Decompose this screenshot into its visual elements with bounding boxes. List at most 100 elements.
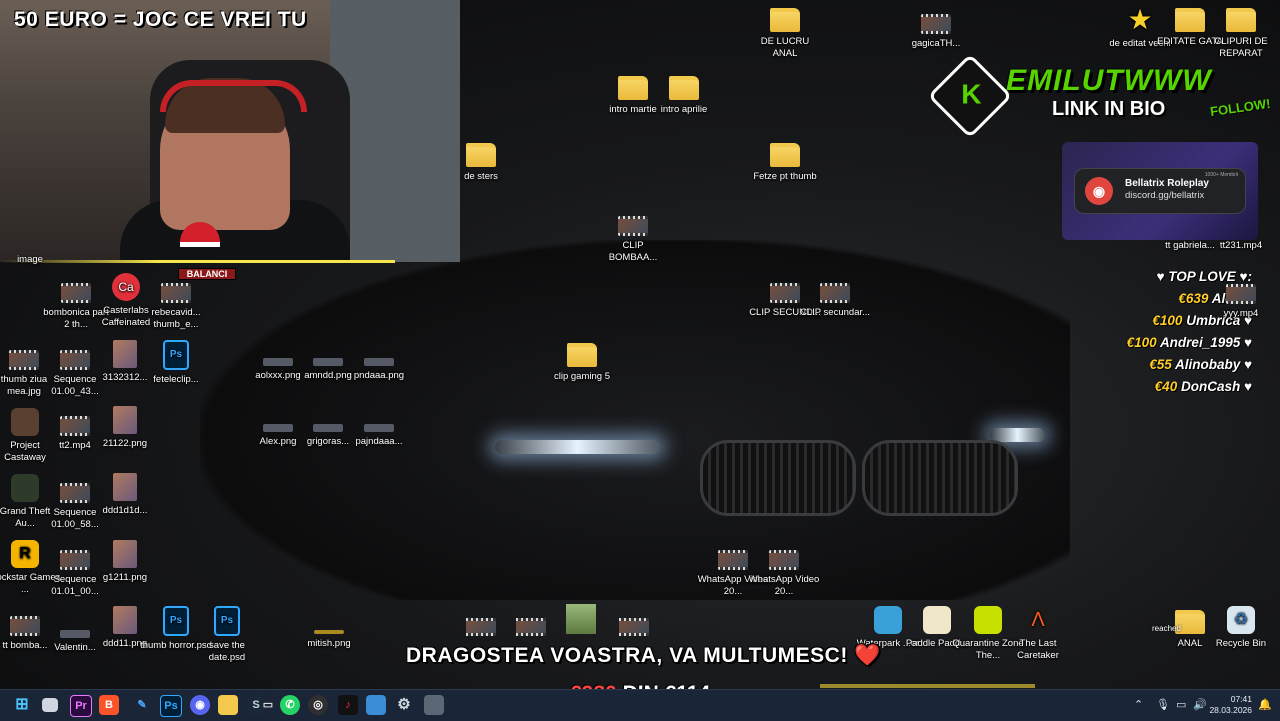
rockstar-icon: R (11, 540, 39, 568)
desktop-icon-ddd1d1d[interactable]: ddd1d1d... (89, 473, 161, 517)
desktop-icon-clip-gaming[interactable]: clip gaming 5 (546, 343, 618, 383)
icon-label: tt231.mp4 (1219, 240, 1263, 251)
desktop-icon-pajndaaa[interactable]: pajndaaa... (343, 410, 415, 448)
icon-label: de sters (464, 171, 498, 182)
discord-members: 1000+ Membrii (1204, 172, 1238, 178)
desktop-icon-whatsapp-2[interactable]: WhatsApp Video 20... (748, 550, 820, 598)
donor-row: €55 Alinobaby ♥ (1127, 354, 1252, 376)
game-icon: Λ (1024, 606, 1052, 634)
psd-file-icon: Ps (163, 606, 189, 636)
video-file-icon (618, 216, 648, 236)
calculator-icon[interactable] (424, 695, 444, 715)
desktop-icon-clipuri-de-reparat[interactable]: CLIPURI DE REPARAT (1205, 8, 1277, 60)
brand-subtitle: LINK IN BIO (1052, 98, 1166, 120)
desktop-icon-intro-aprilie[interactable]: intro aprilie (648, 76, 720, 116)
donor-name: DonCash ♥ (1180, 379, 1252, 394)
microphone-icon[interactable]: 🎙 (1156, 698, 1170, 711)
desktop-icon-save-the-date[interactable]: Ps save the date.psd (191, 606, 263, 664)
app-icon[interactable]: ▭ (258, 695, 278, 715)
image-file-icon (313, 424, 343, 432)
car-grille-left (700, 440, 856, 516)
brave-icon[interactable]: B (99, 695, 119, 715)
volume-icon[interactable]: 🔊 (1193, 698, 1207, 711)
whatsapp-icon[interactable]: ✆ (280, 695, 300, 715)
icon-label: ddd1d1d... (102, 505, 148, 516)
donor-name: Andrei_1995 ♥ (1159, 335, 1252, 350)
notepad-icon[interactable] (366, 695, 386, 715)
webcam-headset (160, 80, 307, 112)
casterlabs-icon: Ca (112, 273, 140, 301)
icon-label: WhatsApp Video 20... (748, 574, 820, 597)
reached-label: reached (1152, 624, 1181, 633)
folder-icon (770, 8, 800, 32)
tiktok-icon[interactable]: ♪ (338, 695, 358, 715)
donor-row: €100 Andrei_1995 ♥ (1127, 332, 1252, 354)
clock-date: 28.03.2026 (1209, 705, 1252, 715)
taskbar-clock[interactable]: 07:41 28.03.2026 (1209, 694, 1252, 716)
settings-icon[interactable]: ⚙ (394, 695, 414, 715)
desktop-icon-recycle-bin[interactable]: ♻ Recycle Bin (1205, 606, 1277, 650)
network-icon[interactable]: ▭ (1176, 698, 1186, 711)
folder-icon (1175, 8, 1205, 32)
taskbar: ⊞ Pr B ✎ Ps ◉ S ▭ ✆ ◎ ♪ ⚙ ⌃ 🎙 ▭ 🔊 07:41 … (0, 689, 1280, 721)
desktop-icon-rebecavid[interactable]: rebecavid... thumb_e... (140, 283, 212, 331)
video-file-icon (10, 616, 40, 636)
image-file-icon (113, 406, 137, 434)
donor-row: €40 DonCash ♥ (1127, 376, 1252, 398)
icon-label: The Last Caretaker (1017, 638, 1059, 661)
video-file-icon (820, 283, 850, 303)
obs-icon[interactable]: ◎ (308, 695, 328, 715)
notification-icon[interactable]: 🔔 (1258, 698, 1272, 711)
badge-label: BALANCI (178, 268, 236, 280)
tray-chevron-icon[interactable]: ⌃ (1134, 698, 1143, 711)
desktop-icon-tt231[interactable]: tt231.mp4 (1205, 240, 1277, 252)
desktop-icon-g1211[interactable]: g1211.png (89, 540, 161, 584)
video-file-icon (516, 618, 546, 636)
brand-follow: FOLLOW! (1209, 95, 1272, 120)
folder-icon (1226, 8, 1256, 32)
video-file-icon (60, 483, 90, 503)
desktop-icon-de-sters[interactable]: de sters (445, 143, 517, 183)
desktop-icon-clip-secundar[interactable]: CLIP secundar... (799, 283, 871, 319)
folder-icon (466, 143, 496, 167)
desktop-icon-21122[interactable]: 21122.png (89, 406, 161, 450)
task-view-icon[interactable] (42, 698, 58, 712)
desktop-icon-de-lucru-anal[interactable]: DE LUCRU ANAL (749, 8, 821, 60)
desktop-icon-mitish[interactable]: mitish.png (293, 616, 365, 650)
brand-logo-letter: K (961, 78, 982, 110)
file-explorer-icon[interactable] (218, 695, 238, 715)
image-file-icon (313, 358, 343, 366)
image-file-icon (113, 340, 137, 368)
game-icon (923, 606, 951, 634)
icon-label: rebecavid... thumb_e... (151, 307, 201, 330)
icon-label: Fetze pt thumb (753, 171, 817, 182)
thanks-banner: DRAGOSTEA VOASTRA, VA MULTUMESC! ❤️ (406, 644, 881, 667)
desktop-icon-pndaaa[interactable]: pndaaa.png (343, 344, 415, 382)
icon-label: DE LUCRU ANAL (760, 36, 810, 59)
icon-label: feteleclip... (153, 374, 199, 385)
video-file-icon (61, 283, 91, 303)
icon-label: gagicaTH... (911, 38, 961, 49)
photoshop-icon[interactable]: Ps (160, 695, 182, 717)
desktop-icon-last-caretaker[interactable]: Λ The Last Caretaker (1002, 606, 1074, 662)
image-thumbnail (566, 604, 596, 634)
tool-icon[interactable]: ✎ (132, 695, 152, 715)
premiere-icon[interactable]: Pr (70, 695, 92, 717)
desktop-icon-image[interactable]: image (0, 254, 66, 266)
desktop-icon-fetze-pt-thumb[interactable]: Fetze pt thumb (749, 143, 821, 183)
car-headlight-right (990, 428, 1045, 442)
desktop-icon-fetele-clip[interactable]: Ps feteleclip... (140, 340, 212, 386)
desktop-icon-clip-bombaa[interactable]: CLIP BOMBAA... (597, 216, 669, 264)
desktop-icon-yyy[interactable]: yyy.mp4 (1205, 284, 1277, 320)
icon-label: intro aprilie (660, 104, 708, 115)
donor-amount: €55 (1149, 357, 1172, 372)
video-file-icon (769, 550, 799, 570)
image-file-icon (263, 358, 293, 366)
clock-time: 07:41 (1230, 694, 1252, 704)
folder-icon (567, 343, 597, 367)
brand-name: EMILUTWWW (1006, 64, 1212, 97)
desktop-icon-gagica[interactable]: gagicaTH... (900, 14, 972, 50)
discord-icon[interactable]: ◉ (190, 695, 210, 715)
icon-label: CLIP BOMBAA... (608, 240, 658, 263)
start-button[interactable]: ⊞ (12, 695, 32, 715)
